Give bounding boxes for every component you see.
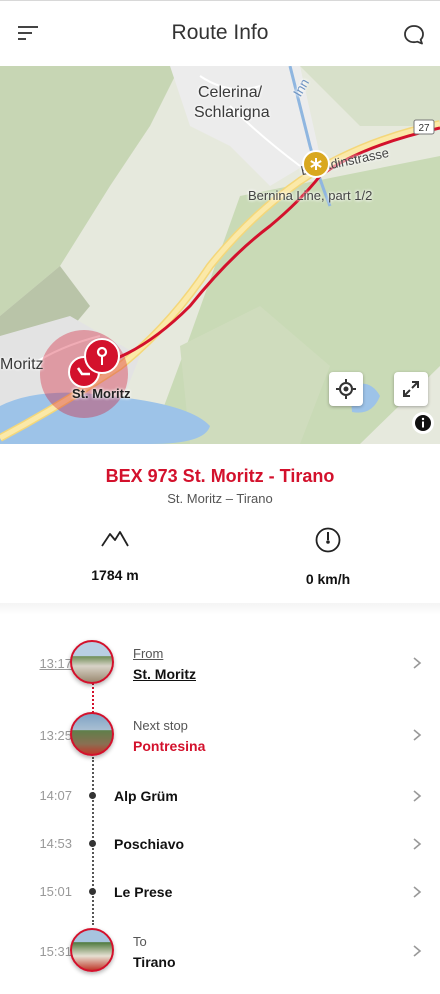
chevron-right-icon bbox=[413, 945, 422, 957]
speedometer-icon bbox=[315, 527, 341, 553]
stop-name: St. Moritz bbox=[133, 666, 196, 682]
top-bar: Route Info bbox=[0, 0, 440, 66]
chevron-right-icon bbox=[413, 790, 422, 802]
road-number: 27 bbox=[418, 123, 430, 134]
route-title: BEX 973 St. Moritz - Tirano bbox=[105, 466, 335, 486]
timeline-stop[interactable]: 14:53 Poschiavo bbox=[0, 828, 440, 858]
stop-time: 15:01 bbox=[39, 884, 72, 899]
poi-star-icon[interactable] bbox=[302, 150, 330, 178]
stop-time: 13:17 bbox=[39, 656, 72, 671]
station-photo bbox=[70, 640, 114, 684]
stop-label: Next stop bbox=[133, 718, 188, 733]
place-label-moritz: Moritz bbox=[0, 356, 44, 373]
speed-stat: 0 km/h bbox=[263, 526, 393, 587]
timeline-stop[interactable]: 15:01 Le Prese bbox=[0, 876, 440, 906]
stop-label: To bbox=[133, 934, 147, 949]
chevron-right-icon bbox=[413, 657, 422, 669]
timeline-stop-destination[interactable]: 15:31 To Tirano bbox=[0, 924, 440, 984]
timeline-stop-origin[interactable]: 13:17 From St. Moritz bbox=[0, 636, 440, 696]
map-info-icon[interactable] bbox=[412, 412, 434, 434]
stop-time: 14:53 bbox=[39, 836, 72, 851]
page-title: Route Info bbox=[171, 21, 269, 44]
section-divider bbox=[0, 603, 440, 615]
chat-icon[interactable] bbox=[398, 19, 430, 51]
stop-name: Tirano bbox=[133, 954, 176, 970]
chevron-right-icon bbox=[413, 838, 422, 850]
place-label-celerina: Celerina/ bbox=[198, 84, 263, 101]
timeline-stop[interactable]: 14:07 Alp Grüm bbox=[0, 780, 440, 810]
stop-time: 15:31 bbox=[39, 944, 72, 959]
current-location-pin-icon[interactable] bbox=[84, 338, 120, 374]
timeline-stop-next[interactable]: 13:25 Next stop Pontresina bbox=[0, 708, 440, 768]
stop-label: From bbox=[133, 646, 164, 661]
stop-dot bbox=[89, 840, 96, 847]
altitude-stat: 1784 m bbox=[50, 526, 180, 583]
stop-name: Le Prese bbox=[114, 884, 173, 900]
stop-dot bbox=[89, 888, 96, 895]
chevron-right-icon bbox=[413, 729, 422, 741]
stop-dot bbox=[89, 792, 96, 799]
station-photo bbox=[70, 928, 114, 972]
locate-me-icon[interactable] bbox=[329, 372, 363, 406]
stop-time: 14:07 bbox=[39, 788, 72, 803]
chevron-right-icon bbox=[413, 886, 422, 898]
station-photo bbox=[70, 712, 114, 756]
stop-time: 13:25 bbox=[39, 728, 72, 743]
fullscreen-icon[interactable] bbox=[394, 372, 428, 406]
map-canvas: 27 bbox=[0, 66, 440, 444]
route-summary: BEX 973 St. Moritz - Tirano St. Moritz –… bbox=[0, 444, 440, 604]
speed-value: 0 km/h bbox=[305, 571, 351, 587]
poi-label: Bernina Line, part 1/2 bbox=[248, 188, 373, 203]
route-map[interactable]: 27 Celerina/ Schlarigna Inn Engadinstras… bbox=[0, 66, 440, 444]
altitude-value: 1784 m bbox=[91, 567, 139, 583]
stop-name: Pontresina bbox=[133, 738, 206, 754]
place-label-schlarigna: Schlarigna bbox=[194, 104, 270, 121]
stop-name: Poschiavo bbox=[114, 836, 185, 852]
stop-name: Alp Grüm bbox=[114, 788, 178, 804]
mountain-icon bbox=[101, 531, 129, 547]
route-subtitle: St. Moritz – Tirano bbox=[167, 491, 273, 506]
